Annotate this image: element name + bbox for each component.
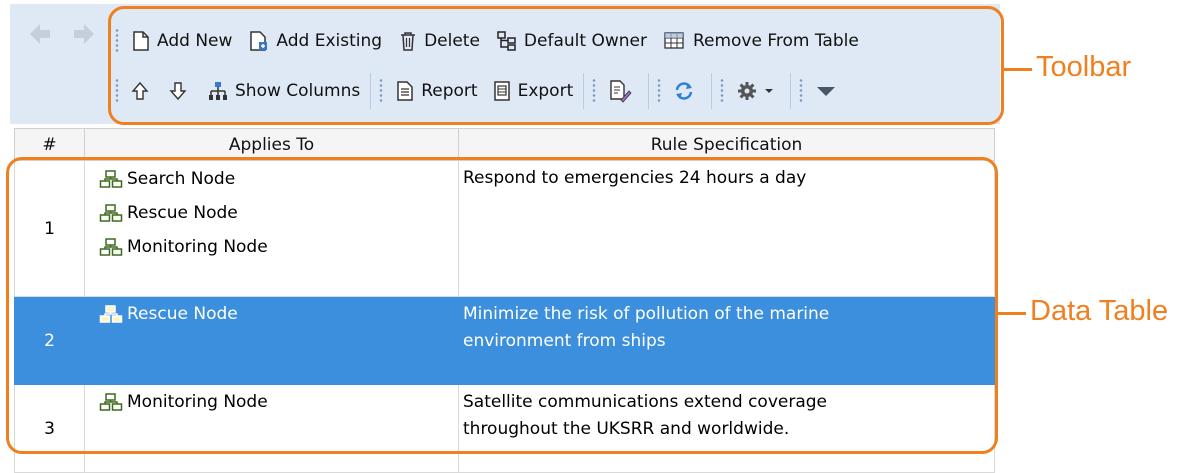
column-header-applies-to[interactable]: Applies To xyxy=(84,128,459,161)
toolbar-callout-label: Toolbar xyxy=(1036,51,1132,83)
data-table-callout-frame xyxy=(6,157,998,454)
data-table-callout-label: Data Table xyxy=(1030,295,1169,327)
column-header-rule-specification[interactable]: Rule Specification xyxy=(458,128,995,161)
back-arrow-icon[interactable] xyxy=(26,20,54,48)
table-header-row: # Applies To Rule Specification xyxy=(14,128,995,161)
forward-arrow-icon[interactable] xyxy=(70,20,98,48)
toolbar-callout-line xyxy=(1004,68,1032,71)
data-table-callout-line xyxy=(998,312,1026,315)
toolbar-callout-frame xyxy=(108,6,1004,125)
column-header-number[interactable]: # xyxy=(14,128,85,161)
